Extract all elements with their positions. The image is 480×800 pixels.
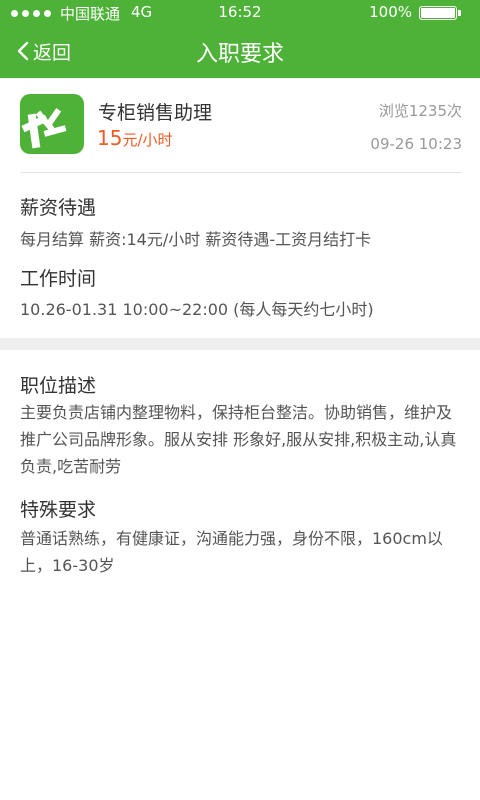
status-bar: 中国联通 4G 16:52 100% [0, 0, 480, 26]
requirements-text: 普通话熟练，有健康证，沟通能力强，身份不限，160cm以上，16-30岁 [20, 529, 443, 575]
pay-text: 每月结算 薪资:14元/小时 薪资待遇-工资月结打卡 [20, 230, 372, 249]
salary-rate: 15元/小时 [97, 126, 173, 150]
description-heading: 职位描述 [20, 375, 97, 397]
requirements-heading: 特殊要求 [20, 499, 97, 521]
salary-amount: 15 [97, 126, 123, 150]
description-text: 主要负责店铺内整理物料，保持柜台整洁。协助销售，维护及推广公司品牌形象。服从安排… [20, 403, 457, 476]
pay-heading: 薪资待遇 [20, 197, 97, 219]
nav-bar: 返回 入职要求 [0, 26, 480, 78]
company-logo-icon [20, 94, 84, 154]
battery-percent: 100% [369, 3, 412, 21]
job-title: 专柜销售助理 [98, 102, 213, 124]
battery-icon [419, 6, 457, 20]
post-date: 09-26 10:23 [370, 135, 462, 153]
hours-heading: 工作时间 [20, 268, 97, 290]
section-gap [0, 338, 480, 350]
header: 中国联通 4G 16:52 100% 返回 入职要求 [0, 0, 480, 78]
page-title: 入职要求 [195, 42, 284, 67]
battery-tip [458, 10, 461, 16]
view-count: 浏览1235次 [378, 102, 462, 120]
hours-text: 10.26-01.31 10:00~22:00 (每人每天约七小时) [20, 300, 374, 319]
job-summary-card: 专柜销售助理 15元/小时 浏览1235次 09-26 10:23 薪资待遇 每… [0, 78, 480, 338]
divider [20, 172, 461, 173]
salary-unit: 元/小时 [122, 131, 173, 149]
